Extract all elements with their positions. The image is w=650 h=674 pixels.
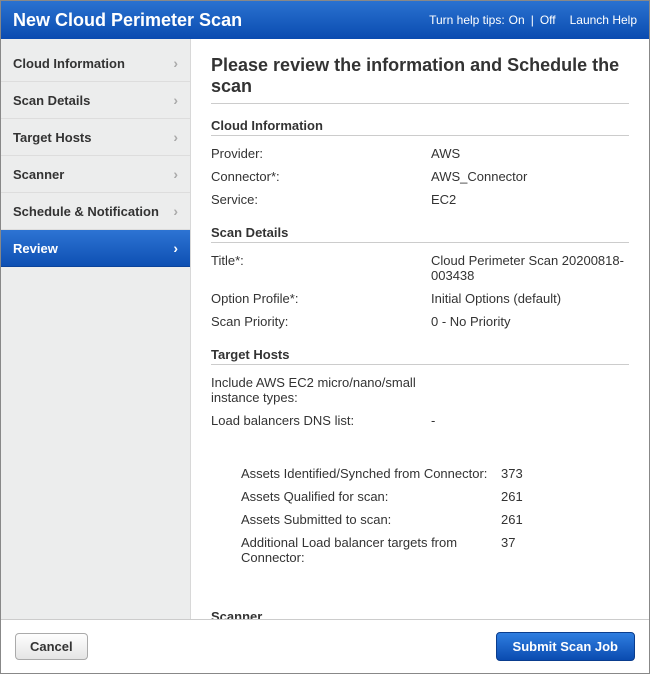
row-additional-lb: Additional Load balancer targets from Co… bbox=[241, 531, 619, 569]
option-profile-value: Initial Options (default) bbox=[431, 291, 629, 306]
sidebar-item-scan-details[interactable]: Scan Details › bbox=[1, 82, 190, 119]
connector-value: AWS_Connector bbox=[431, 169, 629, 184]
chevron-right-icon: › bbox=[173, 129, 178, 145]
header-help-controls: Turn help tips: On | Off Launch Help bbox=[429, 13, 637, 27]
help-tips-label: Turn help tips: bbox=[429, 13, 505, 27]
chevron-right-icon: › bbox=[173, 203, 178, 219]
row-assets-submitted: Assets Submitted to scan: 261 bbox=[241, 508, 619, 531]
service-value: EC2 bbox=[431, 192, 629, 207]
dialog-title: New Cloud Perimeter Scan bbox=[13, 10, 242, 31]
assets-qualified-label: Assets Qualified for scan: bbox=[241, 489, 501, 504]
assets-identified-value: 373 bbox=[501, 466, 619, 481]
section-title-cloud-information: Cloud Information bbox=[211, 118, 629, 136]
dialog-header: New Cloud Perimeter Scan Turn help tips:… bbox=[1, 1, 649, 39]
row-option-profile: Option Profile*: Initial Options (defaul… bbox=[211, 287, 629, 310]
sidebar-item-label: Scanner bbox=[13, 167, 64, 182]
help-tips-off[interactable]: Off bbox=[540, 13, 556, 27]
sidebar-item-label: Cloud Information bbox=[13, 56, 125, 71]
review-content: Please review the information and Schedu… bbox=[191, 39, 649, 619]
row-assets-identified: Assets Identified/Synched from Connector… bbox=[241, 462, 619, 485]
sidebar-item-label: Schedule & Notification bbox=[13, 204, 159, 219]
section-title-scan-details: Scan Details bbox=[211, 225, 629, 243]
row-lb-dns: Load balancers DNS list: - bbox=[211, 409, 629, 432]
assets-qualified-value: 261 bbox=[501, 489, 619, 504]
lb-dns-value: - bbox=[431, 413, 629, 428]
sidebar-item-target-hosts[interactable]: Target Hosts › bbox=[1, 119, 190, 156]
page-heading: Please review the information and Schedu… bbox=[211, 55, 629, 104]
submit-scan-job-button[interactable]: Submit Scan Job bbox=[496, 632, 635, 661]
dialog-footer: Cancel Submit Scan Job bbox=[1, 619, 649, 673]
separator: | bbox=[531, 13, 534, 27]
provider-label: Provider: bbox=[211, 146, 431, 161]
sidebar-item-cloud-information[interactable]: Cloud Information › bbox=[1, 45, 190, 82]
instance-types-label: Include AWS EC2 micro/nano/small instanc… bbox=[211, 375, 431, 405]
dialog-body: Cloud Information › Scan Details › Targe… bbox=[1, 39, 649, 619]
option-profile-label: Option Profile*: bbox=[211, 291, 431, 306]
sidebar-item-review[interactable]: Review › bbox=[1, 230, 190, 267]
chevron-right-icon: › bbox=[173, 92, 178, 108]
assets-submitted-label: Assets Submitted to scan: bbox=[241, 512, 501, 527]
row-assets-qualified: Assets Qualified for scan: 261 bbox=[241, 485, 619, 508]
sidebar-item-label: Scan Details bbox=[13, 93, 90, 108]
scan-priority-value: 0 - No Priority bbox=[431, 314, 629, 329]
help-tips-on[interactable]: On bbox=[509, 13, 525, 27]
chevron-right-icon: › bbox=[173, 240, 178, 256]
row-title: Title*: Cloud Perimeter Scan 20200818-00… bbox=[211, 249, 629, 287]
wizard-sidebar: Cloud Information › Scan Details › Targe… bbox=[1, 39, 191, 619]
launch-help-link[interactable]: Launch Help bbox=[570, 13, 637, 27]
scan-priority-label: Scan Priority: bbox=[211, 314, 431, 329]
chevron-right-icon: › bbox=[173, 166, 178, 182]
sidebar-item-label: Target Hosts bbox=[13, 130, 92, 145]
connector-label: Connector*: bbox=[211, 169, 431, 184]
title-label: Title*: bbox=[211, 253, 431, 283]
provider-value: AWS bbox=[431, 146, 629, 161]
sidebar-item-label: Review bbox=[13, 241, 58, 256]
row-provider: Provider: AWS bbox=[211, 142, 629, 165]
lb-dns-label: Load balancers DNS list: bbox=[211, 413, 431, 428]
sidebar-item-schedule-notification[interactable]: Schedule & Notification › bbox=[1, 193, 190, 230]
chevron-right-icon: › bbox=[173, 55, 178, 71]
section-title-target-hosts: Target Hosts bbox=[211, 347, 629, 365]
title-value: Cloud Perimeter Scan 20200818-003438 bbox=[431, 253, 629, 283]
cancel-button[interactable]: Cancel bbox=[15, 633, 88, 660]
service-label: Service: bbox=[211, 192, 431, 207]
assets-identified-label: Assets Identified/Synched from Connector… bbox=[241, 466, 501, 481]
sidebar-item-scanner[interactable]: Scanner › bbox=[1, 156, 190, 193]
assets-submitted-value: 261 bbox=[501, 512, 619, 527]
asset-stats: Assets Identified/Synched from Connector… bbox=[211, 462, 629, 569]
additional-lb-value: 37 bbox=[501, 535, 619, 565]
instance-types-value bbox=[431, 375, 629, 405]
additional-lb-label: Additional Load balancer targets from Co… bbox=[241, 535, 501, 565]
section-title-scanner: Scanner bbox=[211, 609, 629, 619]
row-instance-types: Include AWS EC2 micro/nano/small instanc… bbox=[211, 371, 629, 409]
row-service: Service: EC2 bbox=[211, 188, 629, 211]
row-connector: Connector*: AWS_Connector bbox=[211, 165, 629, 188]
row-scan-priority: Scan Priority: 0 - No Priority bbox=[211, 310, 629, 333]
